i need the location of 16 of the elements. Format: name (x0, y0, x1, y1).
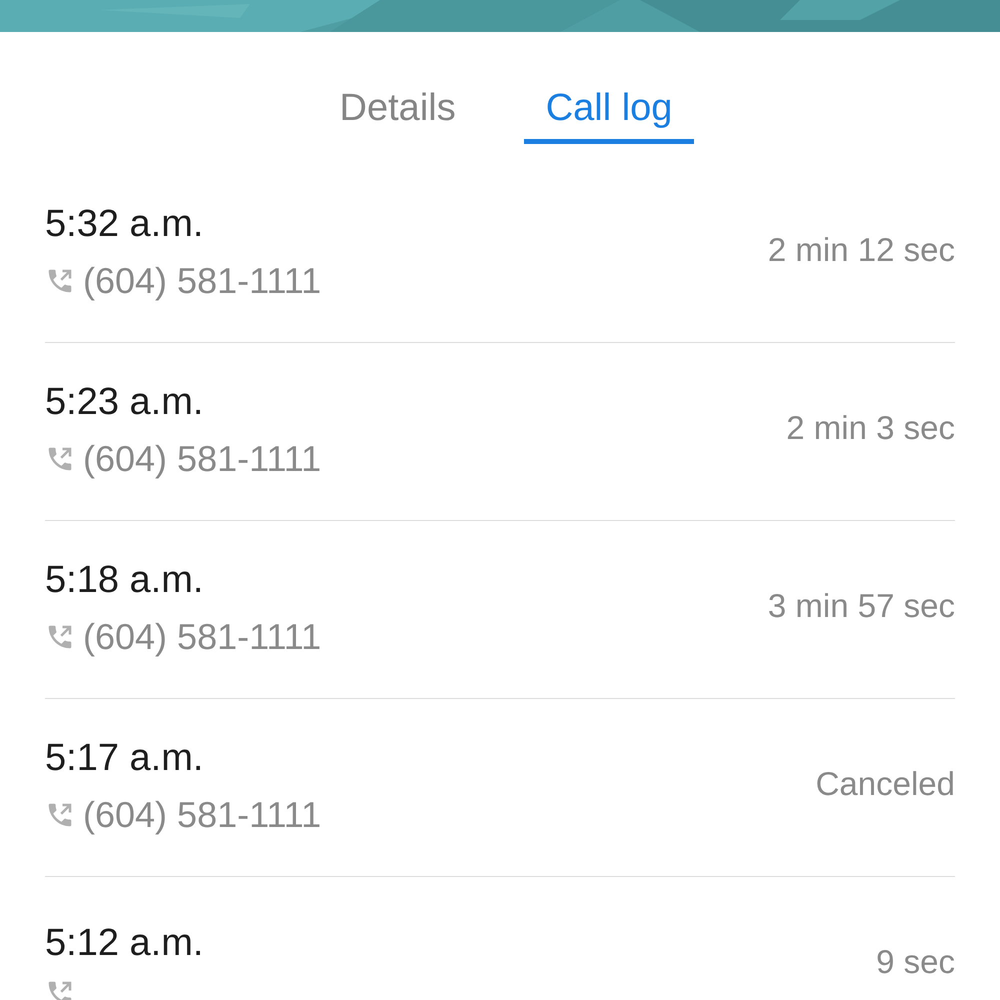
phone-number: (604) 581-1111 (83, 614, 322, 658)
call-duration: 9 sec (876, 942, 955, 980)
call-time: 5:17 a.m. (45, 736, 204, 780)
call-time: 5:12 a.m. (45, 920, 204, 966)
tab[interactable]: Call log (524, 76, 694, 144)
call-time: 5:32 a.m. (45, 202, 204, 246)
phone-number: (604) 581-1111 (83, 436, 322, 480)
tab[interactable]: Details (318, 76, 478, 144)
phone-number: (604) 581-1111 (83, 792, 322, 836)
call-duration: 3 min 57 sec (768, 586, 955, 624)
call-duration: Canceled (816, 764, 955, 802)
call-time: 5:23 a.m. (45, 380, 204, 424)
call-time: 5:18 a.m. (45, 558, 204, 602)
call-duration: 2 min 12 sec (768, 230, 955, 268)
call-duration: 2 min 3 sec (786, 408, 955, 446)
phone-number: (604) 581-1111 (83, 258, 322, 302)
